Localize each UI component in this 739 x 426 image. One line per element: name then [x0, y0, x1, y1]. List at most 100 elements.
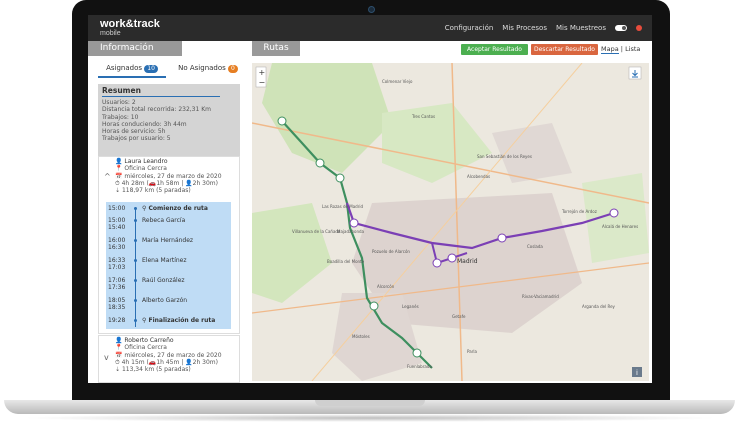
map-label: Majadahonda	[337, 229, 365, 234]
stop-marker[interactable]	[609, 208, 619, 218]
chevron-down-icon[interactable]: v	[104, 353, 109, 362]
map-label: Torrejón de Ardoz	[561, 209, 597, 214]
route-distance: 113,34 km (5 paradas)	[121, 366, 191, 374]
step-time-start: 18:05	[108, 297, 126, 304]
camera-icon	[368, 6, 375, 13]
step-time: 16:00 16:30	[108, 237, 130, 251]
step-time: 17:06 17:36	[108, 277, 130, 291]
stop-marker[interactable]	[349, 218, 359, 228]
zoom-in-button[interactable]: +	[259, 68, 266, 77]
summary-title: Resumen	[102, 86, 220, 97]
step-label: Alberto Garzón	[142, 297, 188, 304]
stop-marker[interactable]	[412, 348, 422, 358]
left-panel: Asignados 10 No Asignados 0 Resumen Usua…	[88, 56, 252, 383]
map-label: San Sebastián de los Reyes	[477, 154, 532, 159]
route-card[interactable]: ^ 👤 Laura Leandro 📍 Oficina Cercra 📅 mié…	[98, 156, 240, 334]
route-card[interactable]: v 👤 Roberto Carreño 📍 Oficina Cercra 📅 m…	[98, 335, 240, 383]
tab-no-asignados[interactable]: No Asignados 0	[172, 62, 244, 76]
logo-line1: work&track	[100, 18, 160, 30]
route-user-name: Laura Leandro	[124, 158, 168, 165]
stop-marker[interactable]	[277, 116, 287, 126]
map-label: Villanueva de la Cañada	[292, 229, 341, 234]
route-info: 👤 Laura Leandro 📍 Oficina Cercra 📅 miérc…	[115, 158, 222, 194]
step-time-end: 17:36	[108, 284, 126, 291]
step-time-end: 17:03	[108, 264, 126, 271]
stop-marker[interactable]	[369, 301, 379, 311]
map-label: Fuenlabrada	[407, 364, 432, 369]
tab-no-asignados-label: No Asignados	[178, 64, 226, 72]
discard-result-button[interactable]: Descartar Resultado	[531, 44, 598, 55]
summary-line: Horas conduciendo: 3h 44m	[102, 120, 187, 128]
step-label: María Hernández	[142, 237, 194, 244]
tab-asignados[interactable]: Asignados 10	[98, 62, 166, 78]
map-canvas[interactable]: Alcobendas Madrid Leganés Móstoles Fuenl…	[252, 63, 649, 381]
map-label: Madrid	[457, 258, 478, 265]
view-list-link[interactable]: Lista	[625, 45, 640, 53]
route-distance-row: ⇣ 118,97 km (5 paradas)	[115, 187, 191, 195]
tab-asignados-label: Asignados	[106, 64, 143, 72]
notification-icon[interactable]	[636, 25, 642, 31]
route-times: 4h 28m (🚗1h 58m | 👤2h 30m)	[121, 179, 218, 187]
stop-marker[interactable]	[447, 253, 457, 263]
step-label-text: Comienzo de ruta	[148, 205, 208, 212]
stop-marker[interactable]	[497, 233, 507, 243]
step-time-start: 17:06	[108, 277, 126, 284]
step-dot	[134, 299, 137, 302]
route-date-row: 📅 miércoles, 27 de marzo de 2020	[115, 351, 222, 359]
step-dot	[134, 279, 137, 282]
route-office-row: 📍 Oficina Cercra	[115, 344, 167, 352]
step-dot	[134, 207, 137, 210]
map-label: Leganés	[402, 304, 419, 309]
step-time-start: 15:00	[108, 217, 126, 224]
nav-mis-muestreos[interactable]: Mis Muestreos	[556, 24, 606, 32]
top-bar: work&track mobile Configuración Mis Proc…	[88, 15, 652, 41]
stop-marker[interactable]	[315, 158, 325, 168]
step-time: 15:00 15:40	[108, 217, 130, 231]
step-label: ⚲ Comienzo de ruta	[142, 205, 208, 212]
app-logo[interactable]: work&track mobile	[100, 18, 160, 38]
route-date-row: 📅 miércoles, 27 de marzo de 2020	[115, 172, 222, 180]
map-label: Parla	[467, 349, 477, 354]
step-dot	[134, 219, 137, 222]
timeline-line	[135, 207, 136, 327]
step-time: 15:00	[108, 205, 126, 212]
park-area	[582, 173, 649, 263]
map-label: Alcalá de Henares	[602, 224, 638, 229]
view-separator: |	[620, 45, 623, 53]
nav-mis-procesos[interactable]: Mis Procesos	[502, 24, 547, 32]
summary-line: Usuarios: 2	[102, 99, 136, 106]
map-label: Alcobendas	[467, 174, 490, 179]
route-distance: 118,97 km (5 paradas)	[121, 187, 191, 195]
tab-rutas[interactable]: Rutas	[252, 41, 300, 56]
route-user-name: Roberto Carreño	[124, 337, 174, 344]
unassigned-count-badge: 0	[228, 65, 238, 73]
zoom-out-button[interactable]: −	[259, 78, 266, 87]
view-map-link[interactable]: Mapa	[601, 45, 619, 54]
map-label: Tres Cantos	[411, 114, 435, 119]
route-map[interactable]: Alcobendas Madrid Leganés Móstoles Fuenl…	[252, 63, 649, 381]
nav-configuracion[interactable]: Configuración	[445, 24, 494, 32]
map-label: Getafe	[452, 314, 466, 319]
stop-marker[interactable]	[335, 173, 345, 183]
top-nav: Configuración Mis Procesos Mis Muestreos	[445, 24, 642, 32]
map-label: Colmenar Viejo	[382, 79, 413, 84]
step-label: Raúl González	[142, 277, 185, 284]
summary-line: Trabajos: 10	[102, 113, 139, 121]
map-label: Rivas-Vaciamadrid	[522, 294, 559, 299]
summary-panel: Resumen Usuarios: 2 Distancia total reco…	[98, 84, 240, 156]
route-office-row: 📍 Oficina Cercra	[115, 165, 167, 173]
step-time-start: 16:00	[108, 237, 126, 244]
route-date: miércoles, 27 de marzo de 2020	[124, 172, 222, 180]
step-dot	[134, 239, 137, 242]
tab-informacion[interactable]: Información	[88, 41, 182, 56]
step-time: 16:33 17:03	[108, 257, 130, 271]
info-icon: i	[636, 369, 638, 377]
logo-line2: mobile	[100, 30, 121, 37]
map-label: Coslada	[527, 244, 543, 249]
summary-line: Horas de servicio: 5h	[102, 128, 166, 136]
accept-result-button[interactable]: Aceptar Resultado	[461, 44, 528, 55]
stop-marker[interactable]	[432, 258, 442, 268]
chevron-up-icon[interactable]: ^	[104, 172, 111, 181]
toggle-icon[interactable]	[615, 25, 627, 31]
step-time-end: 16:30	[108, 244, 126, 251]
